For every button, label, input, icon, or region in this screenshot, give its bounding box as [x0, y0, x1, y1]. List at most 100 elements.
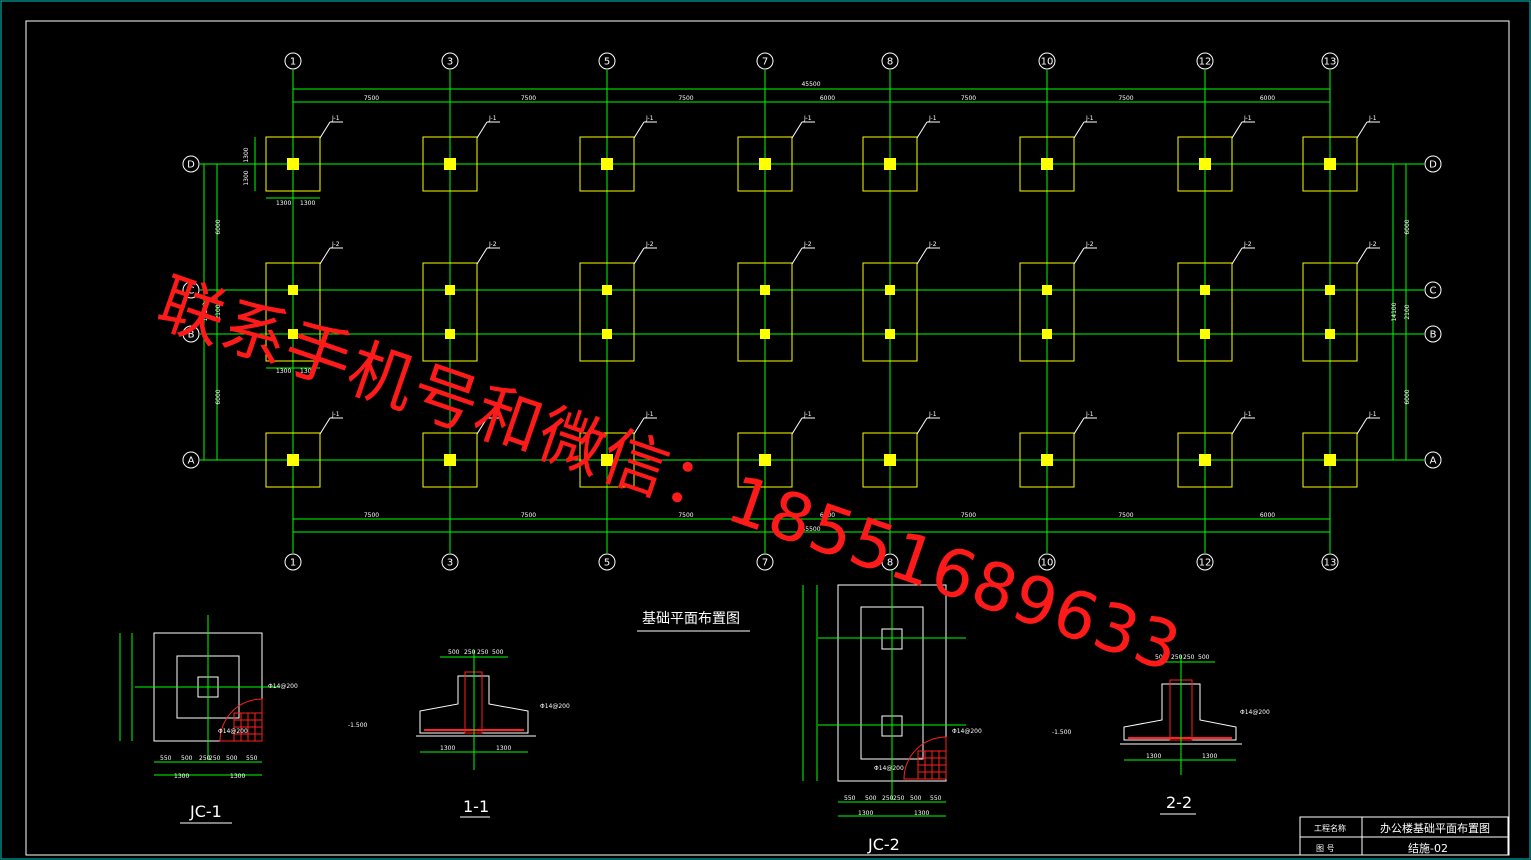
section-1-1: 500 250 250 500 -1.500 1300 1300 Φ14@200… — [348, 649, 570, 818]
dim-top-span-1: 7500 — [521, 95, 536, 102]
jc1-dim-t0: 1300 — [174, 773, 189, 780]
s22-elev: -1.500 — [1052, 729, 1072, 736]
dim-bottom-span-3: 6000 — [820, 512, 835, 519]
footing-A-3-leader — [476, 417, 488, 435]
footing-CB-1-leader — [319, 247, 331, 265]
dim-left-total: 14100 — [202, 302, 209, 321]
jc2-dim-b4: 500 — [910, 795, 922, 802]
footing-CB-12-leader — [1231, 247, 1243, 265]
dim-bottom-span-4: 7500 — [961, 512, 976, 519]
axis-label-10-bottom: 10 — [1041, 558, 1054, 569]
axis-label-D-right: D — [1429, 160, 1437, 171]
footing-D-8-tag: J-1 — [928, 115, 937, 122]
axis-label-8-bottom: 8 — [887, 558, 893, 569]
footing-D-10-tag: J-1 — [1085, 115, 1094, 122]
footing-dim-w1: 1300 — [300, 200, 315, 207]
axis-label-10-top: 10 — [1041, 57, 1054, 68]
title-block: 工程名称 办公楼基础平面布置图 图 号 结施-02 — [1299, 816, 1509, 856]
jc2-dim-b1: 500 — [865, 795, 877, 802]
jc1-dim-b3: 250 — [209, 755, 221, 762]
column-D-8 — [884, 158, 896, 170]
axis-label-8-top: 8 — [887, 57, 893, 68]
jc2-dim-t1: 1300 — [914, 810, 929, 817]
column-C-12 — [1200, 285, 1210, 295]
footing-A-8-tag: J-1 — [928, 411, 937, 418]
column-D-5 — [601, 158, 613, 170]
axis-label-C-right: C — [1430, 286, 1437, 297]
axis-label-3-bottom: 3 — [447, 558, 453, 569]
axis-label-5-bottom: 5 — [604, 558, 610, 569]
footing-D-10-leader — [1073, 121, 1085, 139]
footing-A-12-tag: J-1 — [1243, 411, 1252, 418]
s11-dim-b0: 1300 — [440, 745, 455, 752]
footing-D-1-leader — [319, 121, 331, 139]
jc1-dim-b1: 500 — [181, 755, 193, 762]
footing2-dim-w0: 1300 — [276, 368, 291, 375]
s11-elev: -1.500 — [348, 722, 368, 729]
jc1-rebar-label: Φ14@200 — [268, 683, 298, 690]
dim-bottom-span-6: 6000 — [1260, 512, 1275, 519]
jc2-dim-b5: 550 — [930, 795, 942, 802]
s22-profile — [1123, 683, 1237, 741]
dim-bottom-span-0: 7500 — [364, 512, 379, 519]
column-D-10 — [1041, 158, 1053, 170]
dim-right-seg-1: 2100 — [1404, 304, 1411, 319]
column-D-12 — [1199, 158, 1211, 170]
footing-D-12-leader — [1231, 121, 1243, 139]
drawing-canvas: 1133557788101012121313D DC CB BA A455007500 7… — [0, 0, 1531, 860]
axis-label-12-top: 12 — [1199, 57, 1212, 68]
column-C-10 — [1042, 285, 1052, 295]
footing-CB-5-tag: J-2 — [645, 241, 654, 248]
footing2-dim-w1: 1300 — [300, 368, 315, 375]
column-A-10 — [1041, 454, 1053, 466]
s11-label: 1-1 — [463, 797, 489, 816]
footing-CB-7-tag: J-2 — [803, 241, 812, 248]
footing-D-7-tag: J-1 — [803, 115, 812, 122]
dim-right-seg-0: 6000 — [1404, 219, 1411, 234]
footing-D-8-leader — [916, 121, 928, 139]
column-D-13 — [1324, 158, 1336, 170]
footing-CB-8-tag: J-2 — [928, 241, 937, 248]
footing-dim-h1: 1300 — [243, 170, 250, 185]
footing-D-5-tag: J-1 — [645, 115, 654, 122]
column-D-7 — [759, 158, 771, 170]
dim-left-seg-2: 6000 — [215, 389, 222, 404]
footing-CB-3-tag: J-2 — [488, 241, 497, 248]
footing-A-10-leader — [1073, 417, 1085, 435]
column-B-8 — [885, 329, 895, 339]
s22-dim-2: 250 — [1183, 654, 1195, 661]
title-drawing-no: 结施-02 — [1408, 842, 1448, 855]
footing-A-1-leader — [319, 417, 331, 435]
s22-dim-3: 500 — [1198, 654, 1210, 661]
footing-A-3-tag: J-1 — [488, 411, 497, 418]
s11-dim-2: 250 — [477, 649, 489, 656]
s11-dim-b1: 1300 — [496, 745, 511, 752]
jc1-dim-b0: 550 — [160, 755, 172, 762]
column-B-13 — [1325, 329, 1335, 339]
plan-title: 基础平面布置图 — [642, 610, 740, 627]
s11-dim-3: 500 — [492, 649, 504, 656]
footing-D-5-leader — [633, 121, 645, 139]
axis-label-C-left: C — [188, 286, 195, 297]
column-C-5 — [602, 285, 612, 295]
column-B-3 — [445, 329, 455, 339]
axis-label-7-top: 7 — [762, 57, 768, 68]
axis-label-13-bottom: 13 — [1324, 558, 1337, 569]
column-B-7 — [760, 329, 770, 339]
jc1-rebar-grid — [233, 712, 263, 742]
footing-D-13-tag: J-1 — [1368, 115, 1377, 122]
dim-left-seg-1: 2100 — [215, 304, 222, 319]
s22-label: 2-2 — [1166, 793, 1192, 812]
dim-right-seg-2: 6000 — [1404, 389, 1411, 404]
footing-A-13-leader — [1356, 417, 1368, 435]
footing-CB-10-tag: J-2 — [1085, 241, 1094, 248]
footing-CB-8-leader — [916, 247, 928, 265]
column-D-3 — [444, 158, 456, 170]
column-C-1 — [288, 285, 298, 295]
footing-CB-13-tag: J-2 — [1368, 241, 1377, 248]
footing-A-7-leader — [791, 417, 803, 435]
s11-dim-1: 250 — [464, 649, 476, 656]
axis-label-D-left: D — [187, 160, 195, 171]
column-A-13 — [1324, 454, 1336, 466]
dim-top-span-2: 7500 — [678, 95, 693, 102]
